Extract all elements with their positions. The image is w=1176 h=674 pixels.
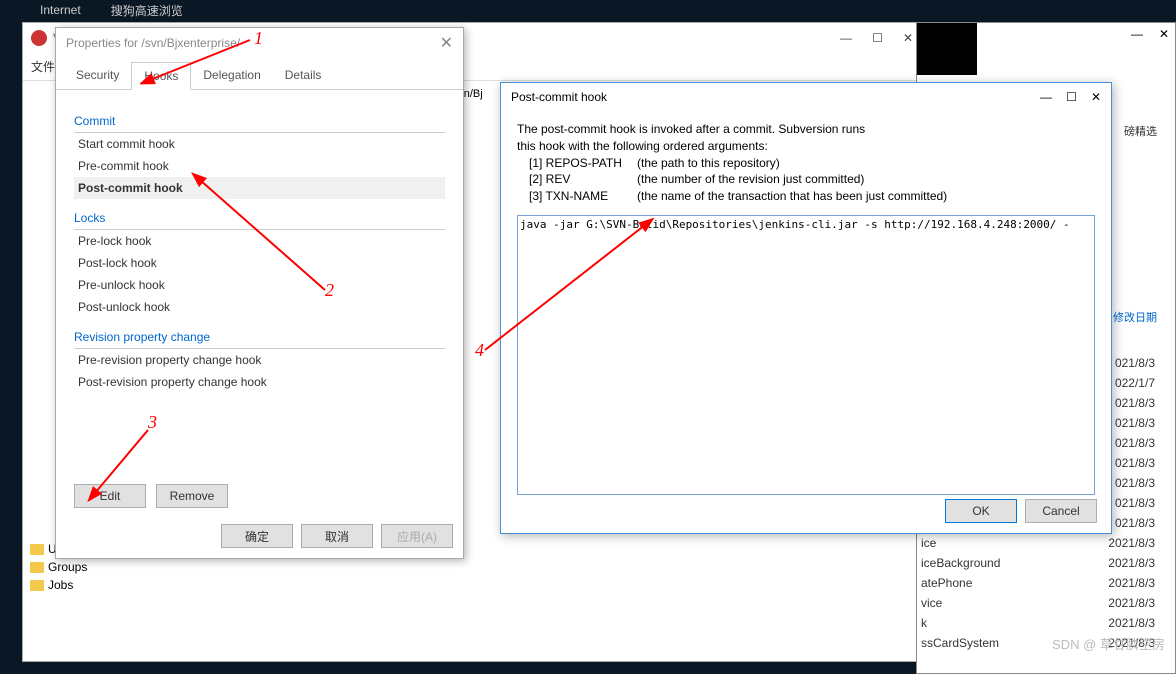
tree-item-groups[interactable]: Groups bbox=[30, 558, 230, 576]
menu-file[interactable]: 文件 bbox=[31, 58, 55, 75]
file-row[interactable]: vice2021/8/3 bbox=[917, 593, 1165, 613]
section-revprop: Revision property change bbox=[74, 326, 445, 349]
thumbnail bbox=[917, 23, 977, 75]
tab-hooks[interactable]: Hooks bbox=[131, 62, 191, 90]
app-icon bbox=[31, 30, 47, 46]
section-commit: Commit bbox=[74, 110, 445, 133]
close-icon[interactable]: ✕ bbox=[903, 31, 913, 45]
tab-security[interactable]: Security bbox=[64, 62, 131, 89]
maximize-icon[interactable]: ☐ bbox=[1066, 90, 1077, 104]
file-row[interactable]: iceBackground2021/8/3 bbox=[917, 553, 1165, 573]
hook-post-revprop[interactable]: Post-revision property change hook bbox=[74, 371, 445, 393]
tab-details[interactable]: Details bbox=[273, 62, 334, 89]
hook-start-commit[interactable]: Start commit hook bbox=[74, 133, 445, 155]
remove-button[interactable]: Remove bbox=[156, 484, 228, 508]
tab-strip: Security Hooks Delegation Details bbox=[56, 58, 463, 90]
watermark: SDN @ 草甘膦空房 bbox=[1052, 634, 1165, 653]
ok-button[interactable]: 确定 bbox=[221, 524, 293, 548]
hook-description: The post-commit hook is invoked after a … bbox=[501, 111, 1111, 211]
minimize-icon[interactable]: — bbox=[1040, 90, 1052, 104]
cancel-button[interactable]: 取消 bbox=[301, 524, 373, 548]
file-row[interactable]: k2021/8/3 bbox=[917, 613, 1165, 633]
dialog-titlebar: Properties for /svn/Bjxenterprise/ ✕ bbox=[56, 28, 463, 58]
minimize-icon[interactable]: — bbox=[1131, 27, 1143, 41]
column-header-date[interactable]: 修改日期 bbox=[1113, 309, 1157, 325]
apply-button[interactable]: 应用(A) bbox=[381, 524, 453, 548]
section-locks: Locks bbox=[74, 207, 445, 230]
taskbar-link[interactable]: 搜狗高速浏览 bbox=[111, 2, 183, 19]
maximize-icon[interactable]: ☐ bbox=[872, 31, 883, 45]
folder-icon bbox=[30, 544, 44, 555]
edit-button[interactable]: Edit bbox=[74, 484, 146, 508]
desktop-taskbar: Internet 搜狗高速浏览 bbox=[0, 0, 1176, 20]
ok-button[interactable]: OK bbox=[945, 499, 1017, 523]
hook-post-lock[interactable]: Post-lock hook bbox=[74, 252, 445, 274]
tree-item-jobs[interactable]: Jobs bbox=[30, 576, 230, 594]
dialog-title: Properties for /svn/Bjxenterprise/ bbox=[66, 36, 240, 50]
folder-icon bbox=[30, 562, 44, 573]
minimize-icon[interactable]: — bbox=[840, 31, 852, 45]
properties-dialog: Properties for /svn/Bjxenterprise/ ✕ Sec… bbox=[55, 27, 464, 559]
hook-pre-revprop[interactable]: Pre-revision property change hook bbox=[74, 349, 445, 371]
hook-pre-commit[interactable]: Pre-commit hook bbox=[74, 155, 445, 177]
hook-pre-unlock[interactable]: Pre-unlock hook bbox=[74, 274, 445, 296]
hooks-panel: Commit Start commit hook Pre-commit hook… bbox=[56, 90, 463, 405]
hook-post-commit[interactable]: Post-commit hook bbox=[74, 177, 445, 199]
file-row[interactable]: ice2021/8/3 bbox=[917, 533, 1165, 553]
header-featured: 磅精选 bbox=[1124, 123, 1157, 139]
hook-pre-lock[interactable]: Pre-lock hook bbox=[74, 230, 445, 252]
dialog-titlebar: Post-commit hook — ☐ ✕ bbox=[501, 83, 1111, 111]
hook-editor-dialog: Post-commit hook — ☐ ✕ The post-commit h… bbox=[500, 82, 1112, 534]
dialog-title: Post-commit hook bbox=[511, 90, 607, 104]
hook-code-input[interactable] bbox=[517, 215, 1095, 495]
close-icon[interactable]: ✕ bbox=[1159, 27, 1169, 41]
taskbar-link[interactable]: Internet bbox=[40, 3, 81, 17]
tab-delegation[interactable]: Delegation bbox=[191, 62, 272, 89]
cancel-button[interactable]: Cancel bbox=[1025, 499, 1097, 523]
hook-post-unlock[interactable]: Post-unlock hook bbox=[74, 296, 445, 318]
close-icon[interactable]: ✕ bbox=[1091, 90, 1101, 104]
file-row[interactable]: atePhone2021/8/3 bbox=[917, 573, 1165, 593]
folder-icon bbox=[30, 580, 44, 591]
close-icon[interactable]: ✕ bbox=[440, 33, 453, 53]
